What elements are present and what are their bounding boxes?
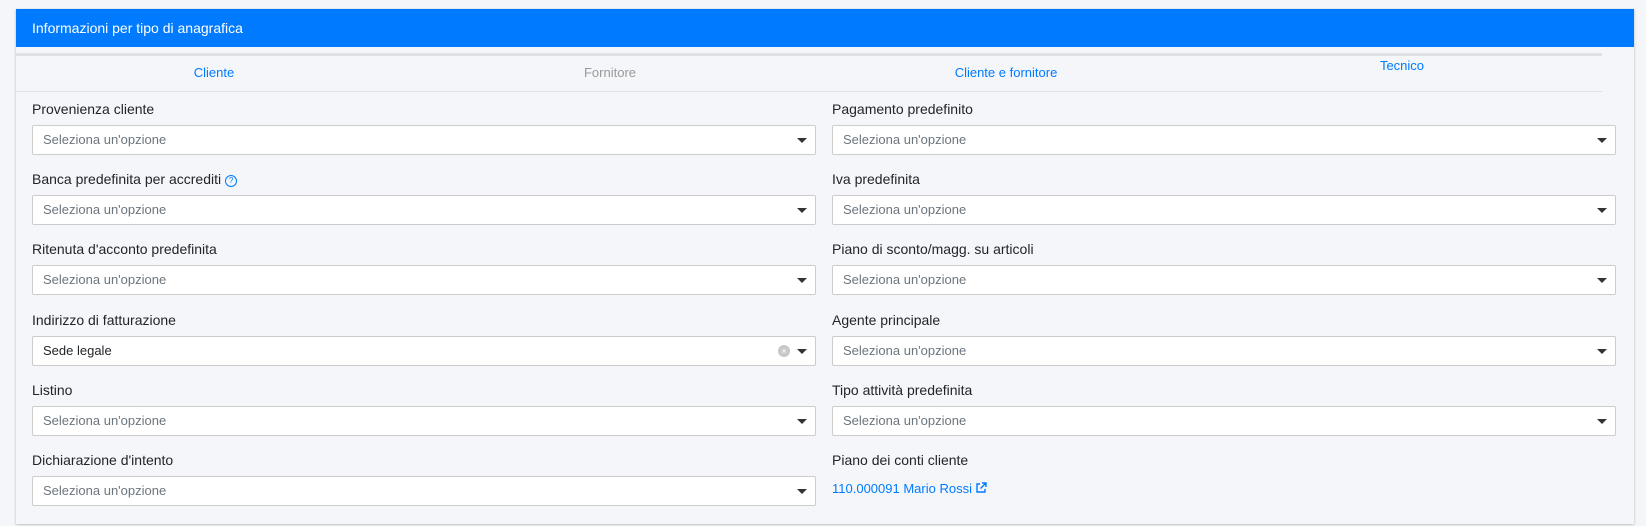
pagamento-predefinito-placeholder: Seleziona un'opzione [843,132,967,147]
piano-conti-link-text: 110.000091 Mario Rossi [832,481,972,496]
listino-placeholder: Seleziona un'opzione [43,413,167,428]
tab-cliente[interactable]: Cliente [16,65,412,80]
dichiarazione-intento-label: Dichiarazione d'intento [32,452,174,468]
provenienza-cliente-placeholder: Seleziona un'opzione [43,132,167,147]
iva-predefinita-label: Iva predefinita [832,171,920,187]
indirizzo-fatturazione-label: Indirizzo di fatturazione [32,312,176,328]
field-banca-predefinita: Banca predefinita per accrediti? Selezio… [32,169,818,225]
clear-icon[interactable]: × [778,345,790,357]
field-iva-predefinita: Iva predefinita Seleziona un'opzione [832,169,1618,225]
tipo-attivita-label: Tipo attività predefinita [832,382,973,398]
piano-conti-label: Piano dei conti cliente [832,452,969,468]
caret-down-icon [797,349,807,354]
tab-cliente-e-fornitore[interactable]: Cliente e fornitore [808,65,1204,80]
banca-predefinita-label: Banca predefinita per accrediti? [32,169,818,189]
piano-conti-link[interactable]: 110.000091 Mario Rossi [832,481,987,497]
field-listino: Listino Seleziona un'opzione [32,380,818,436]
caret-down-icon [1597,349,1607,354]
caret-down-icon [797,489,807,494]
caret-down-icon [1597,208,1607,213]
caret-down-icon [797,138,807,143]
tab-fornitore[interactable]: Fornitore [412,65,808,80]
field-dichiarazione-intento: Dichiarazione d'intento Seleziona un'opz… [32,450,818,506]
card-header: Informazioni per tipo di anagrafica [16,9,1634,47]
field-pagamento-predefinito: Pagamento predefinito Seleziona un'opzio… [832,99,1618,155]
provenienza-cliente-label: Provenienza cliente [32,101,155,117]
banca-predefinita-placeholder: Seleziona un'opzione [43,202,167,217]
ritenuta-acconto-select[interactable]: Seleziona un'opzione [32,265,816,295]
ritenuta-acconto-label: Ritenuta d'acconto predefinita [32,241,217,257]
tipo-attivita-placeholder: Seleziona un'opzione [843,413,967,428]
card-title: Informazioni per tipo di anagrafica [32,20,243,36]
field-agente-principale: Agente principale Seleziona un'opzione [832,310,1618,366]
listino-select[interactable]: Seleziona un'opzione [32,406,816,436]
pagamento-predefinito-select[interactable]: Seleziona un'opzione [832,125,1616,155]
tab-bar: Cliente Fornitore Cliente e fornitore Te… [16,53,1602,92]
iva-predefinita-placeholder: Seleziona un'opzione [843,202,967,217]
listino-label: Listino [32,382,73,398]
caret-down-icon [797,419,807,424]
field-piano-sconto: Piano di sconto/magg. su articoli Selezi… [832,239,1618,295]
indirizzo-fatturazione-value: Sede legale [43,343,112,358]
question-circle-icon[interactable]: ? [225,175,238,187]
caret-down-icon [1597,419,1607,424]
caret-down-icon [1597,138,1607,143]
field-provenienza-cliente: Provenienza cliente Seleziona un'opzione [32,99,818,155]
iva-predefinita-select[interactable]: Seleziona un'opzione [832,195,1616,225]
caret-down-icon [797,208,807,213]
caret-down-icon [797,278,807,283]
caret-down-icon [1597,278,1607,283]
dichiarazione-intento-placeholder: Seleziona un'opzione [43,483,167,498]
field-indirizzo-fatturazione: Indirizzo di fatturazione Sede legale × [32,310,818,366]
dichiarazione-intento-select[interactable]: Seleziona un'opzione [32,476,816,506]
piano-sconto-label: Piano di sconto/magg. su articoli [832,241,1034,257]
provenienza-cliente-select[interactable]: Seleziona un'opzione [32,125,816,155]
tipo-attivita-select[interactable]: Seleziona un'opzione [832,406,1616,436]
piano-sconto-placeholder: Seleziona un'opzione [843,272,967,287]
external-link-icon [975,482,987,497]
banca-predefinita-select[interactable]: Seleziona un'opzione [32,195,816,225]
agente-principale-placeholder: Seleziona un'opzione [843,343,967,358]
indirizzo-fatturazione-select[interactable]: Sede legale × [32,336,816,366]
piano-sconto-select[interactable]: Seleziona un'opzione [832,265,1616,295]
pagamento-predefinito-label: Pagamento predefinito [832,101,973,117]
field-ritenuta-acconto: Ritenuta d'acconto predefinita Seleziona… [32,239,818,295]
banca-predefinita-label-text: Banca predefinita per accrediti [32,171,222,187]
field-tipo-attivita: Tipo attività predefinita Seleziona un'o… [832,380,1618,436]
field-piano-conti: Piano dei conti cliente 110.000091 Mario… [832,450,1618,496]
agente-principale-select[interactable]: Seleziona un'opzione [832,336,1616,366]
ritenuta-acconto-placeholder: Seleziona un'opzione [43,272,167,287]
tab-tecnico[interactable]: Tecnico [1204,58,1600,73]
agente-principale-label: Agente principale [832,312,941,328]
